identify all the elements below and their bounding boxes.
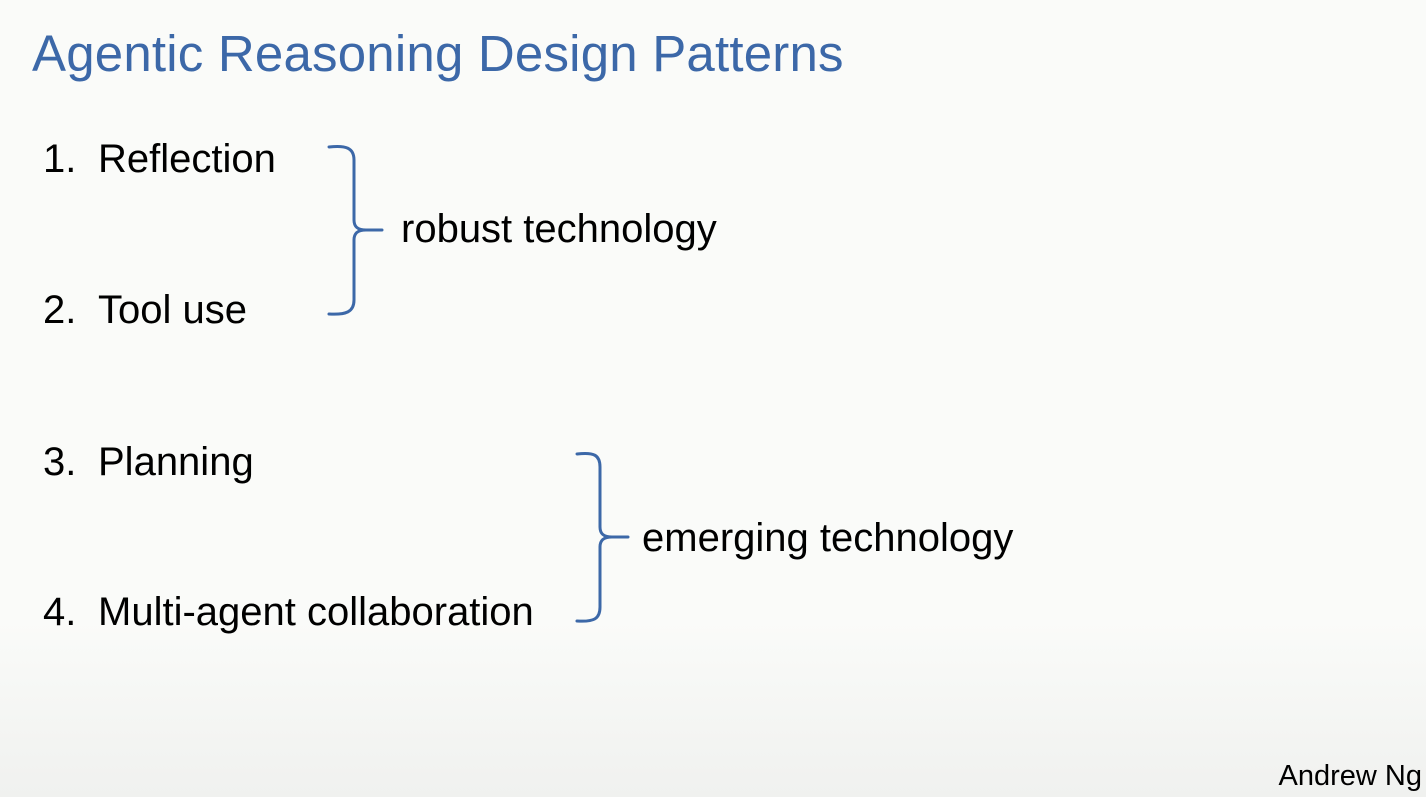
list-item-number: 4. [43,590,77,634]
curly-brace-icon [327,144,384,316]
list-item: 4. Multi-agent collaboration [43,592,534,632]
list-item-label: Planning [98,440,254,484]
list-item-label: Reflection [98,137,276,181]
list-item: 1. Reflection [43,139,276,179]
list-item-number: 1. [43,137,77,181]
list-item-number: 2. [43,288,77,332]
list-item: 2. Tool use [43,290,247,330]
curly-brace-icon [575,451,630,623]
author-credit: Andrew Ng [1278,760,1422,792]
list-item: 3. Planning [43,442,254,482]
slide: Agentic Reasoning Design Patterns 1. Refl… [0,0,1426,797]
group-label-emerging: emerging technology [642,516,1014,560]
slide-title: Agentic Reasoning Design Patterns [32,25,844,82]
list-item-number: 3. [43,440,77,484]
group-label-robust: robust technology [401,207,717,251]
list-item-label: Tool use [98,288,247,332]
list-item-label: Multi-agent collaboration [98,590,534,634]
